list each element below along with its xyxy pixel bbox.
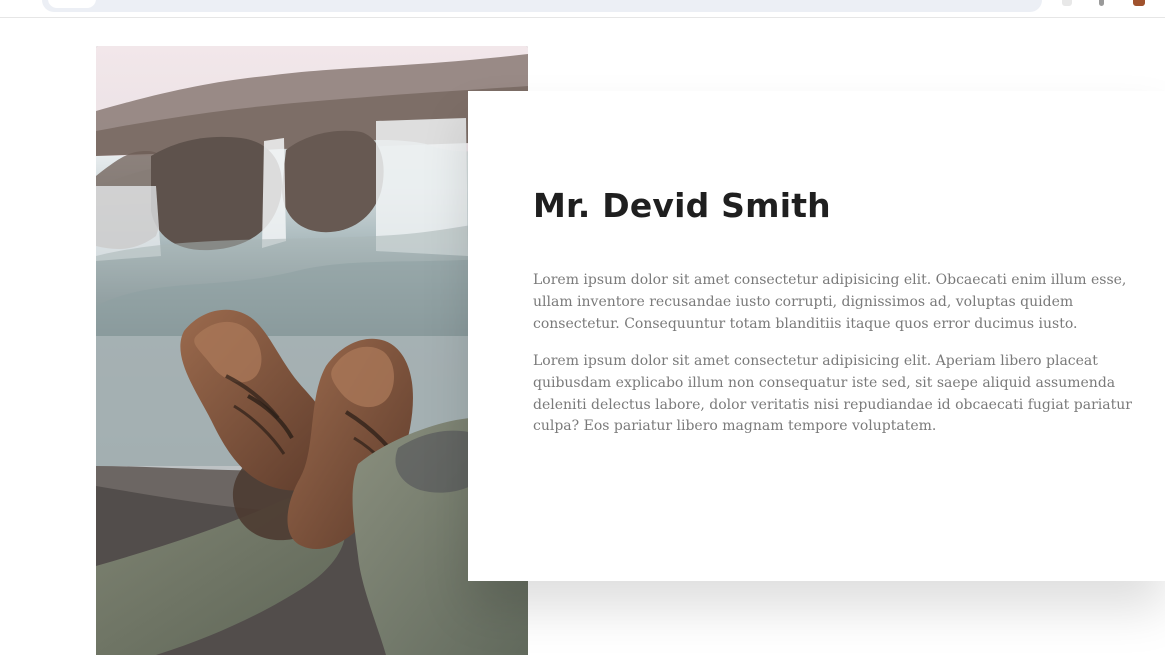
profile-name-heading: Mr. Devid Smith: [533, 186, 831, 225]
profile-avatar-icon[interactable]: [1133, 0, 1145, 6]
browser-toolbar: ☆: [0, 0, 1165, 18]
download-icon[interactable]: [1099, 0, 1104, 6]
profile-photo: [96, 46, 528, 655]
profile-card: [468, 91, 1165, 581]
hiking-boots-waterfall-image: [96, 46, 528, 655]
profile-paragraph-2: Lorem ipsum dolor sit amet consectetur a…: [533, 353, 1132, 435]
site-info-chip[interactable]: [48, 0, 96, 8]
profile-paragraph-1: Lorem ipsum dolor sit amet consectetur a…: [533, 272, 1127, 332]
address-bar[interactable]: ☆: [42, 0, 1042, 12]
extension-icon[interactable]: [1062, 0, 1072, 6]
